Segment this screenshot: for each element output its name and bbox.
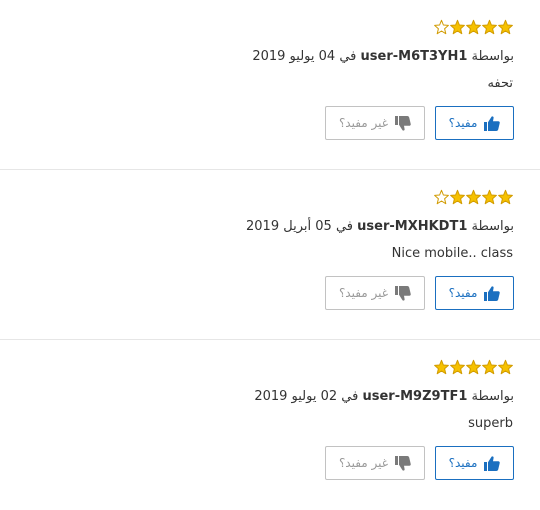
star-filled-icon [450, 189, 465, 205]
review-item: بواسطة user-MXHKDT1 في 05 أبريل 2019 Nic… [0, 170, 540, 340]
review-username: user-M9Z9TF1 [362, 389, 468, 404]
star-filled-icon [482, 19, 497, 35]
thumbs-up-icon [484, 285, 501, 301]
star-empty-icon [434, 189, 449, 205]
star-filled-icon [450, 19, 465, 35]
star-filled-icon [498, 359, 513, 375]
helpful-label: مفيد؟ [448, 116, 478, 130]
in-word: في [339, 49, 357, 64]
star-filled-icon [498, 189, 513, 205]
thumbs-up-icon [484, 455, 501, 471]
star-filled-icon [466, 359, 481, 375]
review-username: user-MXHKDT1 [357, 219, 468, 234]
by-prefix: بواسطة [471, 219, 514, 234]
review-username: user-M6T3YH1 [360, 49, 468, 64]
unhelpful-label: غير مفيد؟ [338, 456, 389, 470]
by-prefix: بواسطة [471, 389, 514, 404]
star-filled-icon [466, 189, 481, 205]
star-empty-icon [434, 19, 449, 35]
review-comment: تحفه [487, 76, 513, 91]
star-rating [434, 359, 513, 377]
thumbs-up-icon [484, 115, 501, 131]
star-rating [434, 19, 513, 37]
review-comment: Nice mobile.. class [391, 246, 513, 261]
review-date: 05 أبريل 2019 [246, 219, 332, 234]
helpful-button[interactable]: مفيد؟ [435, 106, 514, 140]
helpful-label: مفيد؟ [448, 456, 478, 470]
by-prefix: بواسطة [471, 49, 514, 64]
star-rating [434, 189, 513, 207]
review-byline: بواسطة user-M6T3YH1 في 04 يوليو 2019 [252, 48, 514, 66]
star-filled-icon [434, 359, 449, 375]
unhelpful-button[interactable]: غير مفيد؟ [325, 446, 425, 480]
helpful-button[interactable]: مفيد؟ [435, 446, 514, 480]
thumbs-down-icon [395, 455, 411, 471]
review-comment: superb [468, 416, 513, 431]
review-item: بواسطة user-M6T3YH1 في 04 يوليو 2019 تحف… [0, 0, 540, 170]
unhelpful-label: غير مفيد؟ [338, 286, 389, 300]
helpful-button[interactable]: مفيد؟ [435, 276, 514, 310]
in-word: في [341, 389, 359, 404]
star-filled-icon [466, 19, 481, 35]
review-item: بواسطة user-M9Z9TF1 في 02 يوليو 2019 sup… [0, 340, 540, 510]
in-word: في [335, 219, 353, 234]
review-byline: بواسطة user-M9Z9TF1 في 02 يوليو 2019 [254, 388, 514, 406]
star-filled-icon [450, 359, 465, 375]
star-filled-icon [482, 189, 497, 205]
unhelpful-button[interactable]: غير مفيد؟ [325, 276, 425, 310]
helpful-label: مفيد؟ [448, 286, 478, 300]
unhelpful-button[interactable]: غير مفيد؟ [325, 106, 425, 140]
star-filled-icon [482, 359, 497, 375]
unhelpful-label: غير مفيد؟ [338, 116, 389, 130]
star-filled-icon [498, 19, 513, 35]
review-byline: بواسطة user-MXHKDT1 في 05 أبريل 2019 [246, 218, 514, 236]
review-date: 02 يوليو 2019 [254, 389, 338, 404]
thumbs-down-icon [395, 115, 411, 131]
review-date: 04 يوليو 2019 [252, 49, 336, 64]
thumbs-down-icon [395, 285, 411, 301]
